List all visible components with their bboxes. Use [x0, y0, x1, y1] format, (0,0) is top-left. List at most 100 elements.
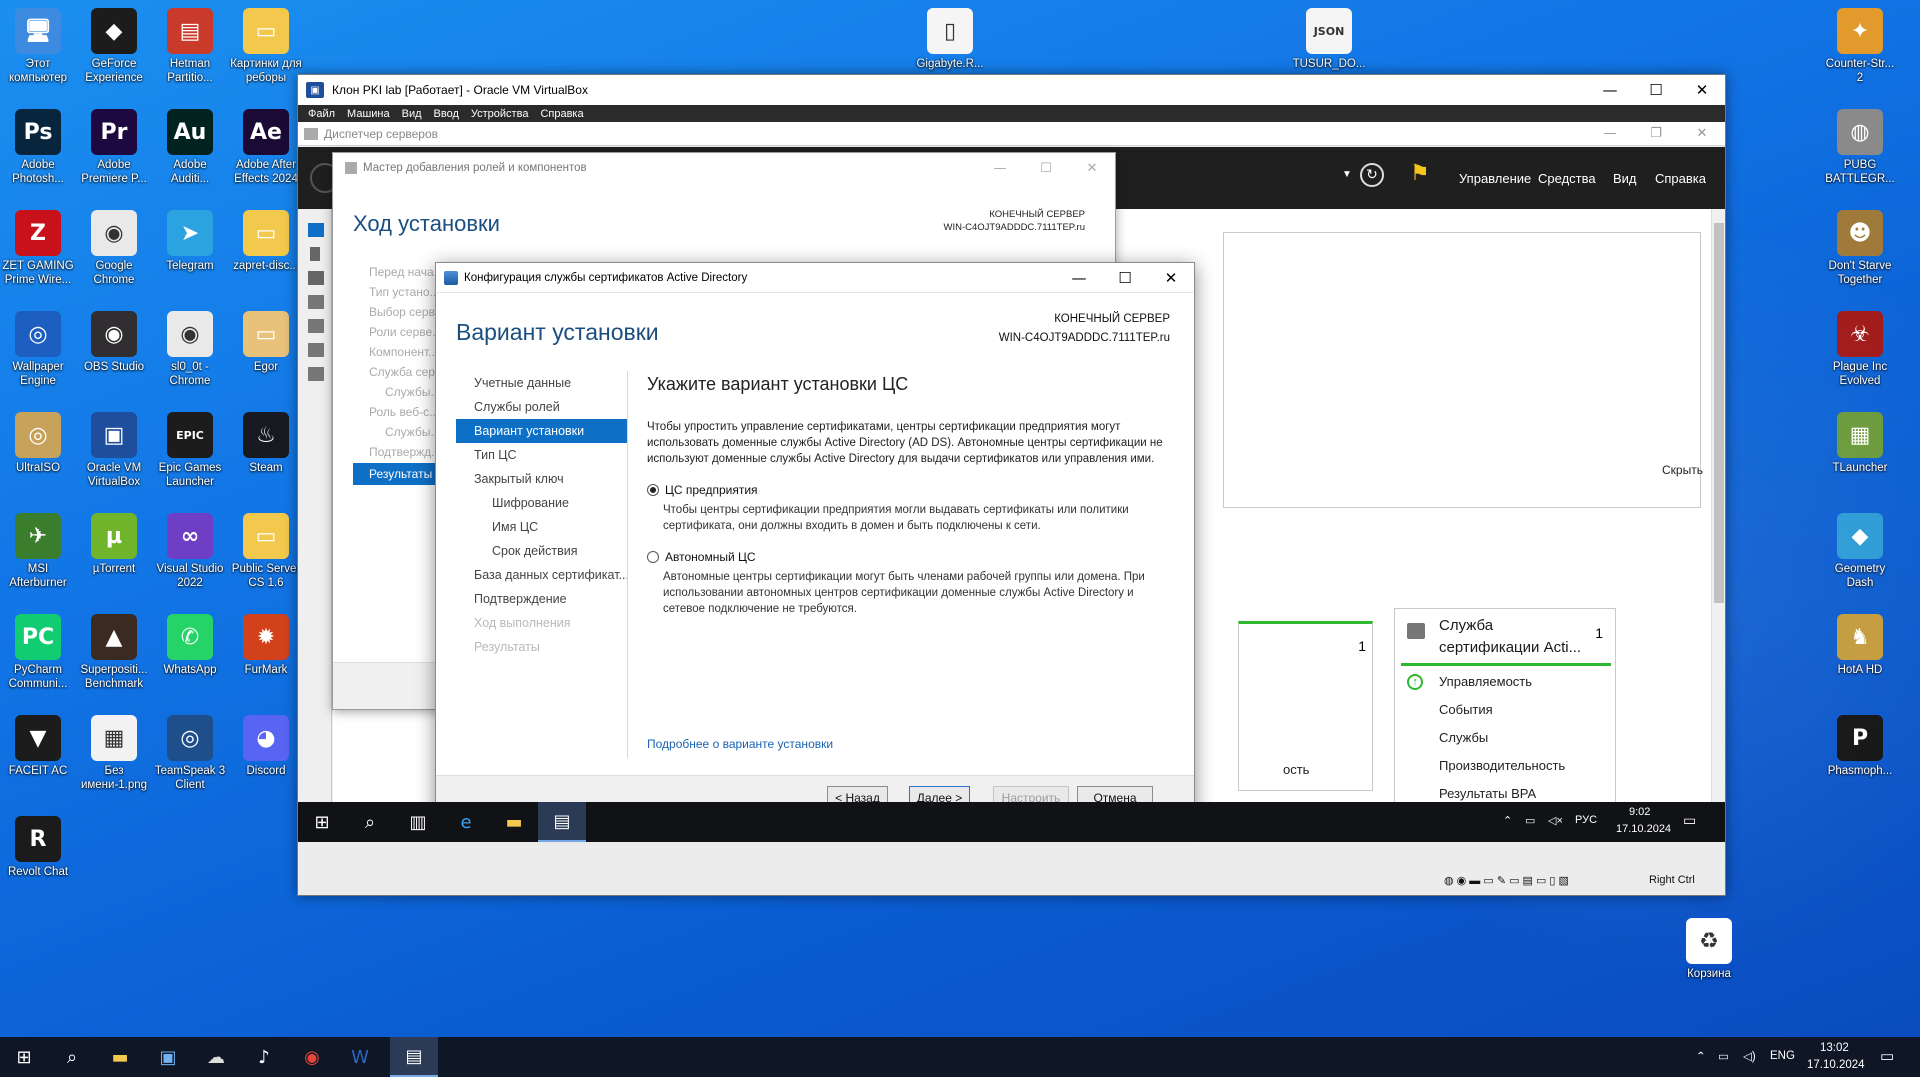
desktop-icon[interactable]: ▦ TLauncher	[1823, 412, 1897, 475]
desktop-icon[interactable]: ◕ Discord	[229, 715, 303, 778]
search-icon[interactable]: ⌕	[48, 1037, 96, 1077]
desktop-icon[interactable]: Z ZET GAMING Prime Wire...	[1, 210, 75, 287]
wizard-nav-item[interactable]: Службы...	[385, 385, 440, 399]
desktop-icon[interactable]: ♻ Корзина	[1672, 918, 1746, 981]
role-tile-left[interactable]: 1 ость	[1238, 621, 1373, 791]
tile-item-services[interactable]: Службы	[1439, 730, 1488, 745]
wizard-minimize-icon[interactable]: —	[977, 153, 1023, 183]
ad-cs-icon[interactable]	[308, 295, 324, 309]
local-server-icon[interactable]	[310, 247, 320, 261]
wizard-nav-item[interactable]: Службы...	[385, 425, 440, 439]
adcs-minimize-icon[interactable]: —	[1056, 269, 1102, 287]
all-servers-icon[interactable]	[308, 271, 324, 285]
desktop-icon[interactable]: ▲ Superpositi... Benchmark	[77, 614, 151, 691]
desktop-icon[interactable]: ▦ Без имени-1.png	[77, 715, 151, 792]
other-role-icon[interactable]	[308, 367, 324, 381]
sm-menu-help[interactable]: Справка	[1655, 171, 1706, 186]
scrollbar-thumb[interactable]	[1714, 223, 1724, 603]
desktop-icon[interactable]: ▭ zapret-disc...	[229, 210, 303, 273]
sm-minimize-icon[interactable]: —	[1587, 126, 1633, 141]
enterprise-ca-label[interactable]: ЦС предприятия	[665, 483, 758, 497]
notification-icon[interactable]: ▭	[1880, 1047, 1894, 1065]
desktop-icon[interactable]: ✦ Counter-Str... 2	[1823, 8, 1897, 85]
desktop-icon[interactable]: ▯ Gigabyte.R...	[913, 8, 987, 71]
vbox-menu-devices[interactable]: Устройства	[471, 108, 529, 120]
adcs-nav-item[interactable]: Подтверждение	[456, 587, 627, 611]
desktop-icon[interactable]: ▼ FACEIT AC	[1, 715, 75, 778]
virtualbox-taskbar-icon[interactable]: ▤	[390, 1037, 438, 1077]
desktop-icon[interactable]: Ae Adobe After Effects 2024	[229, 109, 303, 186]
desktop-icon[interactable]: µ µTorrent	[77, 513, 151, 576]
desktop-icon[interactable]: ♞ HotA HD	[1823, 614, 1897, 677]
desktop-icon[interactable]: Pr Adobe Premiere P...	[77, 109, 151, 186]
vertical-scrollbar[interactable]	[1711, 209, 1725, 802]
wizard-nav-item[interactable]: Компонент...	[369, 345, 438, 359]
guest-network-icon[interactable]: ▭	[1525, 814, 1535, 827]
desktop-icon[interactable]: ◎ TeamSpeak 3 Client	[153, 715, 227, 792]
wizard-nav-item[interactable]: Подтвержд...	[369, 445, 441, 459]
sm-menu-view[interactable]: Вид	[1613, 171, 1637, 186]
vbox-menu-help[interactable]: Справка	[540, 108, 583, 120]
desktop-icon[interactable]: ◎ UltraISO	[1, 412, 75, 475]
guest-search-icon[interactable]: ⌕	[346, 802, 394, 842]
desktop-icon[interactable]: ◍ PUBG BATTLEGR...	[1823, 109, 1897, 186]
guest-tray-chevron-icon[interactable]: ⌃	[1503, 814, 1512, 827]
wizard-maximize-icon[interactable]: ☐	[1023, 153, 1069, 183]
notifications-flag-icon[interactable]: ⚑	[1410, 161, 1430, 186]
minimize-icon[interactable]: —	[1587, 75, 1633, 105]
vbox-menu-view[interactable]: Вид	[402, 108, 422, 120]
wizard-nav-item[interactable]: Перед нача...	[369, 265, 444, 279]
standalone-ca-radio[interactable]	[647, 551, 659, 563]
desktop-icon[interactable]: ◆ Geometry Dash	[1823, 513, 1897, 590]
desktop-icon[interactable]: ☣ Plague Inc Evolved	[1823, 311, 1897, 388]
adcs-nav-item[interactable]: Вариант установки	[456, 419, 627, 443]
explorer-icon[interactable]: ▬	[490, 802, 538, 842]
iis-icon[interactable]	[308, 343, 324, 357]
desktop-icon[interactable]: P Phasmoph...	[1823, 715, 1897, 778]
desktop-icon[interactable]: ▭ Public Server CS 1.6	[229, 513, 303, 590]
sm-restore-icon[interactable]: ❐	[1633, 126, 1679, 141]
desktop-icon[interactable]: ✈ MSI Afterburner	[1, 513, 75, 590]
desktop-icon[interactable]: JSON TUSUR_DO...	[1292, 8, 1366, 71]
desktop-icon[interactable]: EPIC Epic Games Launcher	[153, 412, 227, 489]
guest-taskview-icon[interactable]: ▥	[394, 802, 442, 842]
adcs-nav-item[interactable]: База данных сертификат...	[456, 563, 627, 587]
desktop-icon[interactable]: PC PyCharm Communi...	[1, 614, 75, 691]
maximize-icon[interactable]: ☐	[1633, 75, 1679, 105]
enterprise-ca-radio[interactable]	[647, 484, 659, 496]
adcs-role-tile[interactable]: Служба сертификации Acti... 1 ↑ Управляе…	[1394, 608, 1616, 803]
desktop-icon[interactable]: ☻ Don't Starve Together	[1823, 210, 1897, 287]
wizard-nav-item[interactable]: Выбор серв...	[369, 305, 445, 319]
server-manager-taskbar-icon[interactable]: ▤	[538, 802, 586, 842]
files-icon[interactable]	[308, 319, 324, 333]
vbox-menu-input[interactable]: Ввод	[434, 108, 459, 120]
more-info-link[interactable]: Подробнее о варианте установки	[647, 737, 833, 751]
desktop-icon[interactable]: Ps Adobe Photosh...	[1, 109, 75, 186]
close-icon[interactable]: ✕	[1679, 75, 1725, 105]
guest-notification-icon[interactable]: ▭	[1683, 812, 1696, 829]
desktop-icon[interactable]: ➤ Telegram	[153, 210, 227, 273]
adcs-maximize-icon[interactable]: ☐	[1102, 269, 1148, 287]
adcs-nav-item[interactable]: Срок действия	[456, 539, 627, 563]
wizard-nav-item[interactable]: Роли серве...	[369, 325, 442, 339]
standalone-ca-option[interactable]: Автономный ЦС	[647, 550, 1167, 564]
tile-item-bpa[interactable]: Результаты BPA	[1439, 786, 1536, 801]
tray-chevron-icon[interactable]: ⌃	[1696, 1049, 1706, 1063]
wizard-nav-current[interactable]: Результаты	[353, 463, 439, 485]
sm-menu-tools[interactable]: Средства	[1538, 171, 1596, 186]
vbox-titlebar[interactable]: ▣ Клон PKI lab [Работает] - Oracle VM Vi…	[298, 75, 1725, 105]
host-lang[interactable]: ENG	[1770, 1050, 1795, 1062]
desktop-icon[interactable]: R Revolt Chat	[1, 816, 75, 879]
desktop-icon[interactable]: ∞ Visual Studio 2022	[153, 513, 227, 590]
desktop-icon[interactable]: ✆ WhatsApp	[153, 614, 227, 677]
adcs-nav-item[interactable]: Тип ЦС	[456, 443, 627, 467]
tile-item-events[interactable]: События	[1439, 702, 1493, 717]
wizard-nav-item[interactable]: Служба сер...	[369, 365, 445, 379]
tile-item-performance[interactable]: Производительность	[1439, 758, 1565, 773]
standalone-ca-label[interactable]: Автономный ЦС	[665, 550, 756, 564]
ie-icon[interactable]: e	[442, 802, 490, 842]
guest-start-icon[interactable]: ⊞	[298, 802, 346, 842]
adcs-nav-item[interactable]: Имя ЦС	[456, 515, 627, 539]
desktop-icon[interactable]: ▣ Oracle VM VirtualBox	[77, 412, 151, 489]
desktop-icon[interactable]: ◆ GeForce Experience	[77, 8, 151, 85]
